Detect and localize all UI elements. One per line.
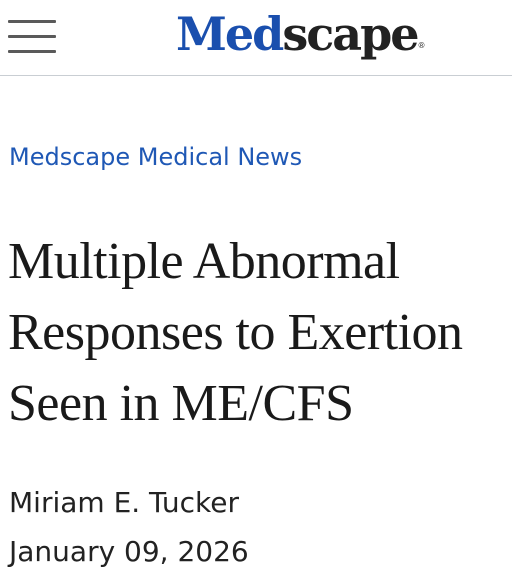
article-author[interactable]: Miriam E. Tucker [9, 484, 239, 522]
hamburger-menu-icon[interactable] [8, 18, 56, 56]
article-title-line: Multiple Abnormal [8, 233, 400, 290]
menu-line [8, 50, 56, 53]
section-link[interactable]: Medscape Medical News [9, 140, 302, 174]
logo-scape: scape [282, 7, 419, 61]
article-title-line: Seen in ME/CFS [8, 375, 354, 432]
logo-registered-mark: ® [417, 41, 426, 50]
article-title-line: Responses to Exertion [8, 304, 463, 361]
medscape-logo[interactable]: Medscape® [176, 6, 426, 62]
article-date: January 09, 2026 [9, 535, 249, 568]
menu-line [8, 35, 56, 38]
article-title: Multiple Abnormal Responses to Exertion … [8, 226, 508, 439]
logo-med: Med [176, 7, 284, 61]
menu-line [8, 20, 56, 23]
top-navigation-bar: Medscape® [0, 0, 512, 76]
